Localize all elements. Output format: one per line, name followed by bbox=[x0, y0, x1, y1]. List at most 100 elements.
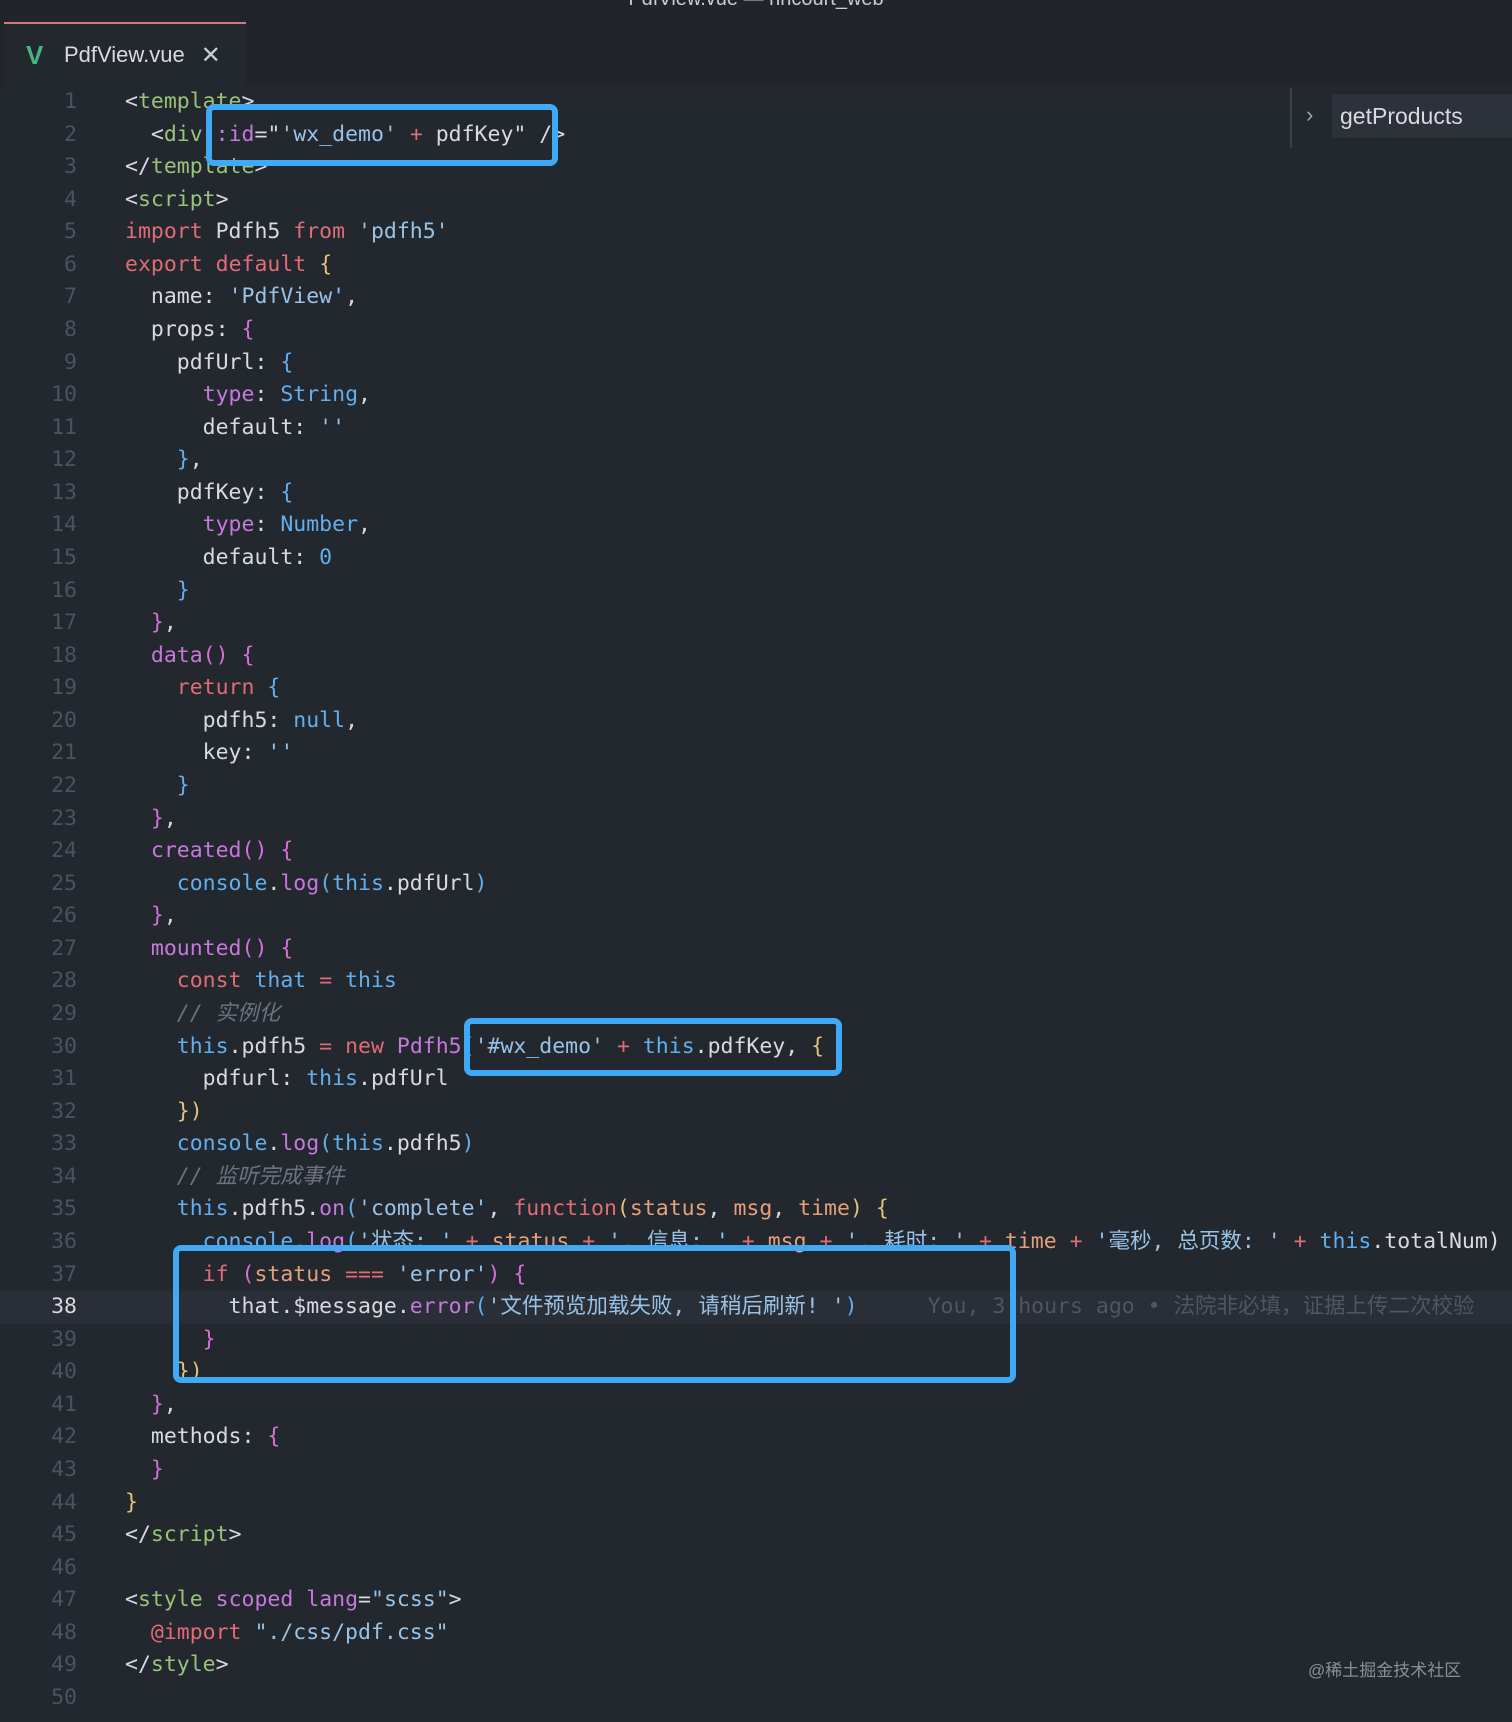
code-token: > bbox=[215, 186, 229, 212]
code-text: pdfKey: { bbox=[125, 477, 294, 510]
line-number: 45 bbox=[51, 1522, 77, 1548]
code-line[interactable]: 48 @import "./css/pdf.css" bbox=[0, 1617, 1512, 1650]
code-line[interactable]: 45 </script> bbox=[0, 1519, 1512, 1552]
line-number: 32 bbox=[51, 1098, 77, 1124]
code-text: } bbox=[125, 770, 190, 803]
code-line[interactable]: 7 name: 'PdfView', bbox=[0, 281, 1512, 314]
line-number: 49 bbox=[51, 1652, 77, 1678]
code-line[interactable]: 25 console.log(this.pdfUrl) bbox=[0, 868, 1512, 901]
line-number: 9 bbox=[64, 349, 77, 375]
code-line[interactable]: 4 <script> bbox=[0, 184, 1512, 217]
code-line[interactable]: 41 }, bbox=[0, 1389, 1512, 1422]
sticky-scroll-breadcrumb[interactable]: › getProducts bbox=[1290, 88, 1512, 148]
code-line[interactable]: 19 return { bbox=[0, 672, 1512, 705]
code-text: @import "./css/pdf.css" bbox=[125, 1617, 449, 1650]
code-line[interactable]: 21 key: '' bbox=[0, 737, 1512, 770]
code-line[interactable]: 16 } bbox=[0, 575, 1512, 608]
code-editor[interactable]: 1 <template> 2 <div :id="'wx_demo' + pdfKe… bbox=[0, 86, 1512, 1722]
code-token: } bbox=[150, 610, 164, 636]
code-line[interactable]: 42 methods: { bbox=[0, 1421, 1512, 1454]
line-number: 7 bbox=[64, 284, 77, 310]
code-line[interactable]: 35 this.pdfh5.on('complete', function(st… bbox=[0, 1193, 1512, 1226]
code-text: export default { bbox=[125, 249, 332, 282]
code-text: </script> bbox=[125, 1519, 242, 1552]
code-token: log bbox=[280, 870, 320, 896]
code-token: { bbox=[267, 1424, 281, 1450]
line-number: 10 bbox=[51, 382, 77, 408]
code-token: } bbox=[150, 903, 164, 929]
code-line[interactable]: 20 pdfh5: null, bbox=[0, 705, 1512, 738]
code-line[interactable]: 13 pdfKey: { bbox=[0, 477, 1512, 510]
code-token: pdfUrl: bbox=[125, 349, 281, 375]
code-line[interactable]: 26 }, bbox=[0, 900, 1512, 933]
code-token: created bbox=[150, 838, 242, 864]
code-token: = bbox=[358, 1587, 371, 1613]
code-token: </ bbox=[125, 1522, 151, 1548]
code-line[interactable]: 50 bbox=[0, 1682, 1512, 1715]
code-text: // 实例化 bbox=[125, 998, 280, 1031]
code-token: Number bbox=[280, 512, 359, 538]
code-token: { bbox=[280, 479, 294, 505]
code-token: .pdfh5 bbox=[383, 1131, 462, 1157]
code-text: }, bbox=[125, 1389, 177, 1422]
code-line[interactable]: 32 }) bbox=[0, 1096, 1512, 1129]
code-token: '' bbox=[319, 414, 346, 440]
code-line[interactable]: 43 } bbox=[0, 1454, 1512, 1487]
code-token: this bbox=[345, 968, 397, 994]
code-text: }, bbox=[125, 900, 177, 933]
code-line[interactable]: 9 pdfUrl: { bbox=[0, 347, 1512, 380]
code-line[interactable]: 18 data() { bbox=[0, 640, 1512, 673]
tab-pdfview[interactable]: V PdfView.vue ✕ bbox=[4, 22, 246, 86]
code-token: script bbox=[137, 186, 216, 212]
code-line[interactable]: 46 bbox=[0, 1552, 1512, 1585]
code-line[interactable]: 11 default: '' bbox=[0, 412, 1512, 445]
code-line[interactable]: 6 export default { bbox=[0, 249, 1512, 282]
code-token: ) bbox=[849, 1196, 863, 1222]
code-line[interactable]: 17 }, bbox=[0, 607, 1512, 640]
code-line[interactable]: 15 default: 0 bbox=[0, 542, 1512, 575]
line-number: 15 bbox=[51, 544, 77, 570]
code-line[interactable]: 44} bbox=[0, 1487, 1512, 1520]
code-line[interactable]: 27 mounted() { bbox=[0, 933, 1512, 966]
code-token: : bbox=[254, 512, 281, 538]
code-token: , bbox=[707, 1196, 734, 1222]
code-token: that bbox=[254, 968, 307, 994]
breadcrumb-item[interactable]: getProducts bbox=[1332, 94, 1512, 138]
code-line[interactable]: 8 props: { bbox=[0, 314, 1512, 347]
code-text: type: String, bbox=[125, 379, 371, 412]
code-line[interactable]: 5 import Pdfh5 from 'pdfh5' bbox=[0, 216, 1512, 249]
code-line[interactable]: 49 </style> bbox=[0, 1649, 1512, 1682]
code-line[interactable]: 47 <style scoped lang="scss"> bbox=[0, 1584, 1512, 1617]
code-text: created() { bbox=[125, 835, 293, 868]
code-token: > bbox=[228, 1522, 242, 1548]
line-number: 42 bbox=[51, 1424, 77, 1450]
code-line[interactable]: 12 }, bbox=[0, 444, 1512, 477]
code-text: const that = this bbox=[125, 965, 397, 998]
code-line[interactable]: 28 const that = this bbox=[0, 965, 1512, 998]
code-line[interactable]: 33 console.log(this.pdfh5) bbox=[0, 1128, 1512, 1161]
code-token: default bbox=[215, 251, 307, 277]
code-line[interactable]: 10 type: String, bbox=[0, 379, 1512, 412]
vue-icon: V bbox=[26, 39, 44, 70]
code-line[interactable]: 34 // 监听完成事件 bbox=[0, 1161, 1512, 1194]
code-line[interactable]: 22 } bbox=[0, 770, 1512, 803]
code-line[interactable]: 23 }, bbox=[0, 803, 1512, 836]
code-token: methods: bbox=[125, 1424, 268, 1450]
line-number: 24 bbox=[51, 838, 77, 864]
code-token: { bbox=[267, 675, 281, 701]
close-icon[interactable]: ✕ bbox=[201, 41, 221, 70]
code-line[interactable]: 24 created() { bbox=[0, 835, 1512, 868]
code-line[interactable]: 14 type: Number, bbox=[0, 509, 1512, 542]
code-token: type bbox=[202, 382, 255, 408]
